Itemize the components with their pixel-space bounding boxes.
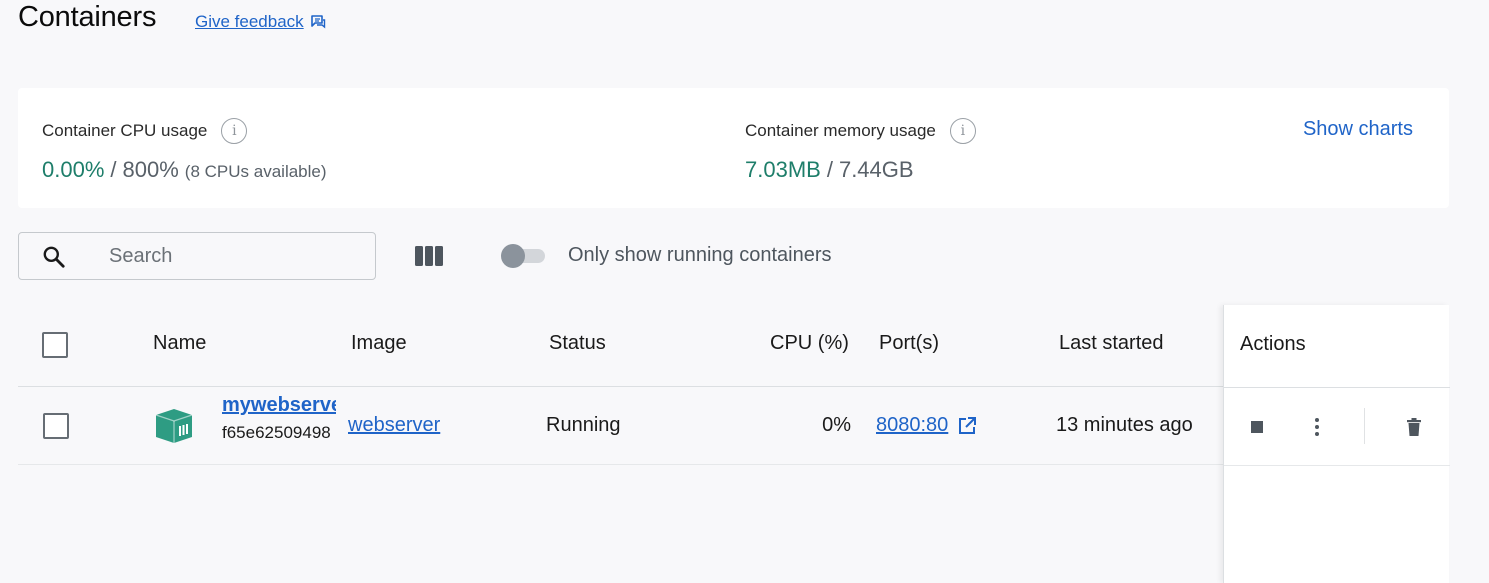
action-divider [1364,408,1365,444]
cpu-note: (8 CPUs available) [184,162,327,181]
memory-usage-label: Container memory usage [745,121,936,140]
search-input[interactable] [109,241,359,271]
container-name-cell: mywebserver f65e62509498 [222,394,336,443]
last-started-value: 13 minutes ago [1056,414,1193,436]
feedback-icon [310,15,325,29]
memory-usage-label-row: Container memory usage i [745,118,976,144]
show-charts-button[interactable]: Show charts [1303,118,1413,141]
memory-usage-value: 7.03MB / 7.44GB [745,157,914,183]
column-header-cpu[interactable]: CPU (%) [770,332,849,355]
column-header-actions: Actions [1240,333,1306,355]
actions-row [1224,388,1450,466]
memory-info-icon[interactable]: i [949,118,976,144]
containers-page: Containers Give feedback Container CPU u… [0,0,1489,583]
cpu-total: 800% [122,157,179,182]
port-link[interactable]: 8080:80 [876,414,948,437]
more-vert-icon [1315,418,1319,436]
running-only-toggle[interactable] [501,244,547,268]
columns-icon [415,246,443,266]
cpu-usage-label-row: Container CPU usage i [42,118,248,144]
cpu-separator: / [110,157,117,182]
page-title: Containers [18,1,157,33]
cpu-used: 0.00% [42,157,105,182]
container-icon [155,409,193,443]
select-all-checkbox[interactable] [42,332,68,358]
column-header-ports[interactable]: Port(s) [879,332,939,355]
external-link-icon[interactable] [958,416,977,435]
toggle-thumb [501,244,525,268]
port-cell: 8080:80 [876,414,977,437]
usage-summary-card: Container CPU usage i 0.00% / 800% (8 CP… [18,88,1449,208]
stop-icon [1251,421,1263,433]
give-feedback-link[interactable]: Give feedback [195,12,326,32]
cpu-usage-value: 0.00% / 800% (8 CPUs available) [42,157,327,183]
column-header-name[interactable]: Name [153,332,206,355]
status-text: Running [546,414,621,436]
memory-total: 7.44GB [838,157,914,182]
table-header: Name Image Status CPU (%) Port(s) Last s… [18,305,1223,387]
stop-button[interactable] [1242,412,1272,442]
column-header-status[interactable]: Status [549,332,606,355]
table-row[interactable]: mywebserver f65e62509498 webserver Runni… [18,388,1223,465]
row-checkbox[interactable] [43,413,69,439]
container-id: f65e62509498 [222,423,331,442]
running-only-label: Only show running containers [568,244,832,266]
column-header-last-started[interactable]: Last started [1059,332,1164,355]
search-icon [43,246,65,268]
image-link[interactable]: webserver [348,414,440,437]
more-options-button[interactable] [1302,412,1332,442]
memory-separator: / [826,157,833,182]
actions-header: Actions [1224,305,1450,388]
memory-used: 7.03MB [745,157,821,182]
columns-button[interactable] [410,240,448,272]
delete-button[interactable] [1399,412,1429,442]
search-box[interactable] [18,232,376,280]
give-feedback-label: Give feedback [195,12,304,31]
column-header-image[interactable]: Image [351,332,407,355]
cpu-info-icon[interactable]: i [221,118,248,144]
cpu-value: 0% [822,414,851,436]
container-name-link[interactable]: mywebserver [222,394,336,417]
actions-panel: Actions [1223,305,1450,583]
cpu-usage-label: Container CPU usage [42,121,208,140]
trash-icon [1407,418,1421,436]
